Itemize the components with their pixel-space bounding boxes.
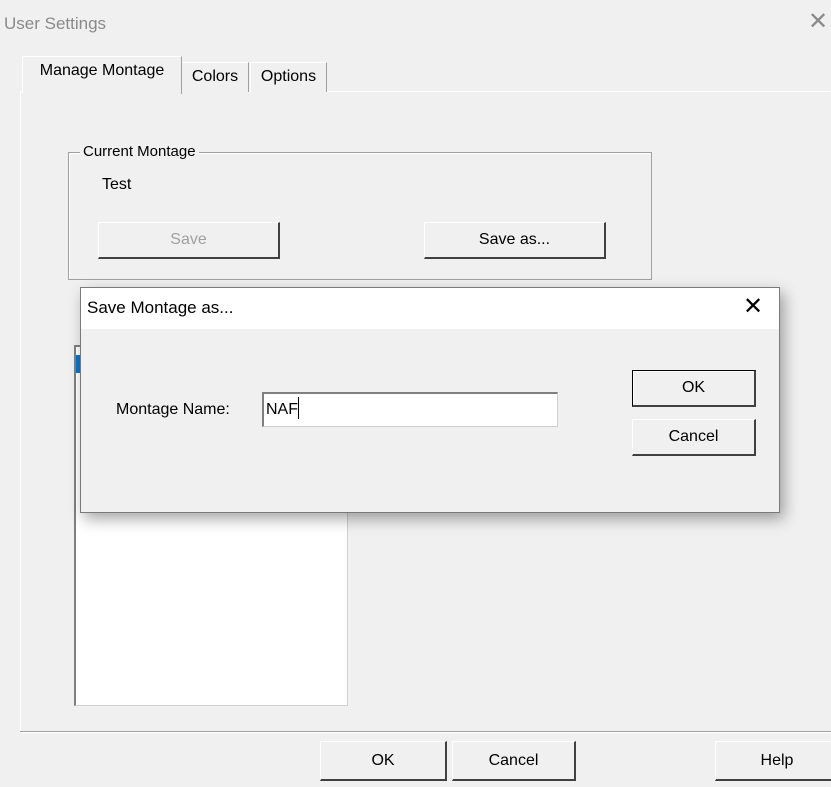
montage-name-label: Montage Name: (116, 401, 230, 418)
dialog-title: Save Montage as... (87, 298, 234, 317)
tab-colors[interactable]: Colors (181, 62, 249, 92)
current-montage-group (68, 152, 652, 280)
save-montage-dialog: Save Montage as... ✕ Montage Name: OK Ca… (80, 287, 780, 513)
current-montage-value: Test (102, 176, 132, 193)
tab-options[interactable]: Options (250, 62, 327, 92)
dialog-ok-button[interactable]: OK (632, 370, 756, 407)
window-title: User Settings (4, 14, 107, 33)
dialog-title-bar: Save Montage as... ✕ (81, 288, 779, 329)
text-caret (298, 397, 299, 419)
tab-manage-montage[interactable]: Manage Montage (22, 56, 182, 94)
footer-separator (20, 731, 831, 733)
user-settings-window: User Settings ✕ Manage Montage Colors Op… (0, 0, 831, 787)
save-button[interactable]: Save (98, 222, 280, 259)
title-bar: User Settings ✕ (0, 0, 831, 48)
save-as-button[interactable]: Save as... (424, 222, 606, 259)
montage-name-input[interactable] (262, 392, 558, 427)
close-icon[interactable]: ✕ (808, 10, 828, 34)
dialog-cancel-button[interactable]: Cancel (632, 419, 756, 456)
cancel-button[interactable]: Cancel (452, 741, 576, 781)
current-montage-group-label: Current Montage (80, 143, 199, 160)
help-button[interactable]: Help (715, 741, 831, 781)
ok-button[interactable]: OK (320, 741, 447, 781)
close-icon[interactable]: ✕ (743, 295, 763, 319)
